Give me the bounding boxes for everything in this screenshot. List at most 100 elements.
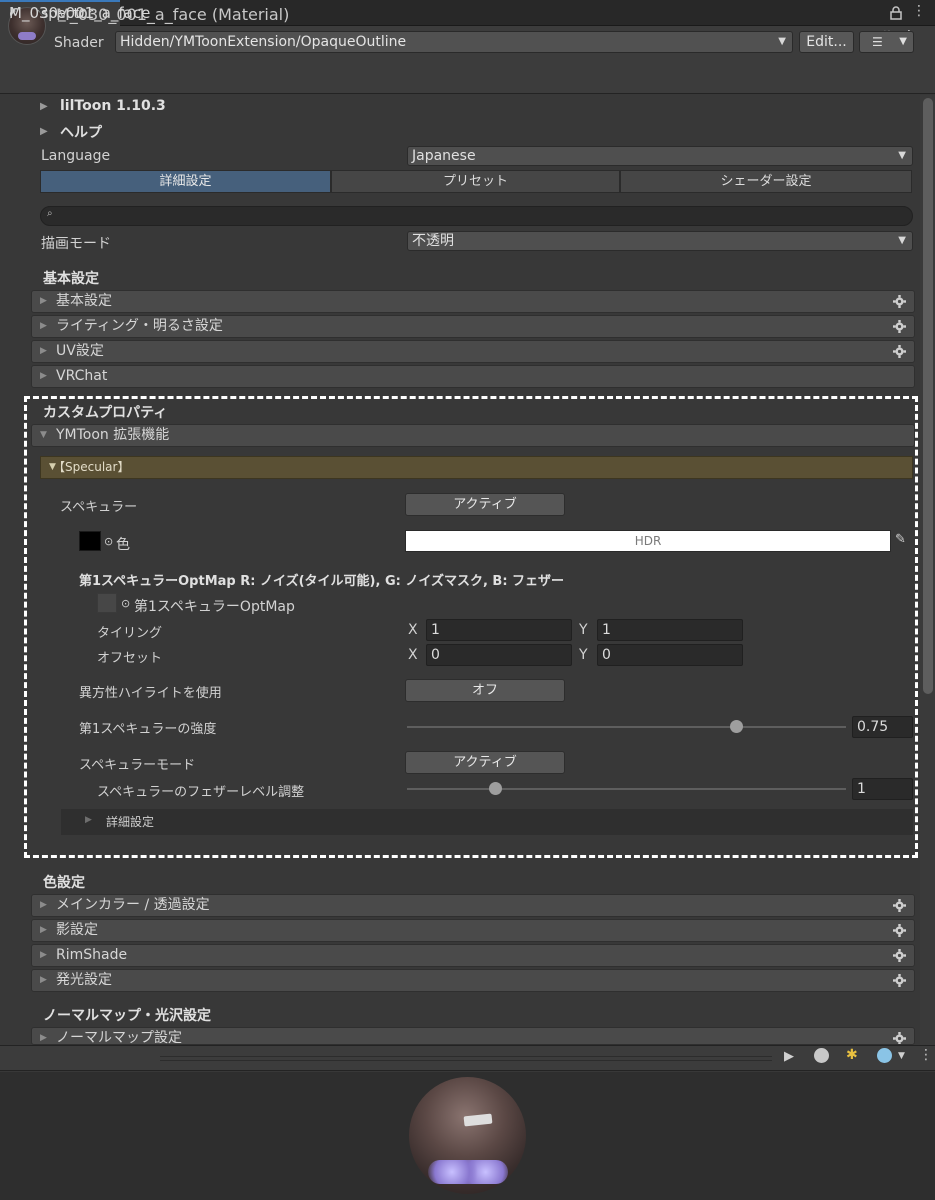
shader-dropdown[interactable]: Hidden/YMToonExtension/OpaqueOutline ▼ (115, 31, 793, 53)
foldout-label: 発光設定 (56, 972, 112, 988)
feather-field[interactable]: 1 (852, 778, 913, 800)
liltoon-version-foldout[interactable]: lilToon 1.10.3 (60, 98, 166, 114)
color-section-title: 色設定 (43, 875, 85, 891)
chevron-down-icon: ▼ (898, 235, 906, 246)
specular-header-label: 【Specular】 (53, 460, 130, 474)
foldout-label: 基本設定 (56, 293, 112, 309)
triangle-right-icon: ▶ (40, 296, 47, 306)
foldout-rimshade[interactable]: ▶ RimShade (31, 944, 915, 967)
feather-slider-track[interactable] (407, 788, 846, 790)
normal-section-title: ノーマルマップ・光沢設定 (43, 1008, 211, 1024)
strength-slider-track[interactable] (407, 726, 846, 728)
foldout-vrchat[interactable]: ▶ VRChat (31, 365, 915, 388)
foldout-label: ノーマルマップ設定 (56, 1030, 182, 1045)
play-icon[interactable]: ▶ (784, 1049, 794, 1064)
render-mode-dropdown[interactable]: 不透明 ▼ (407, 231, 913, 251)
triangle-right-icon: ▶ (40, 950, 47, 960)
offset-x-field[interactable]: 0 (426, 644, 572, 666)
chevron-down-icon: ▼ (899, 36, 907, 47)
strength-label: 第1スペキュラーの強度 (79, 722, 217, 737)
triangle-right-icon: ▶ (40, 1033, 47, 1043)
advanced-label: 詳細設定 (106, 815, 155, 829)
offset-x-label: X (408, 647, 418, 663)
specular-mode-button[interactable]: アクティブ (405, 751, 565, 774)
skybox-icon[interactable] (877, 1048, 892, 1063)
triangle-right-icon: ▶ (40, 126, 48, 137)
target-icon[interactable]: ⊙ (104, 535, 113, 548)
gear-icon[interactable] (893, 974, 906, 987)
tiling-y-field[interactable]: 1 (597, 619, 743, 641)
foldout-label: VRChat (56, 368, 108, 384)
foldout-label: メインカラー / 透過設定 (56, 897, 210, 913)
strength-field[interactable]: 0.75 (852, 716, 913, 738)
language-value: Japanese (412, 148, 476, 164)
specular-header[interactable]: ▼ 【Specular】 (40, 456, 913, 479)
foldout-uv-settings[interactable]: ▶ UV設定 (31, 340, 915, 363)
foldout-emission-settings[interactable]: ▶ 発光設定 (31, 969, 915, 992)
specular-label: スペキュラー (60, 500, 138, 515)
specular-toggle-button[interactable]: アクティブ (405, 493, 565, 516)
shader-value: Hidden/YMToonExtension/OpaqueOutline (120, 34, 407, 50)
anisotropy-toggle-button[interactable]: オフ (405, 679, 565, 702)
foldout-normal-map[interactable]: ▶ ノーマルマップ設定 (31, 1027, 915, 1045)
search-input[interactable]: ⌕ (40, 206, 913, 226)
gear-icon[interactable] (893, 899, 906, 912)
optmap-label: 第1スペキュラーOptMap (134, 599, 295, 615)
lock-icon[interactable] (889, 6, 903, 20)
tab-presets[interactable]: プリセット (331, 170, 620, 193)
basic-section-title: 基本設定 (43, 271, 99, 287)
offset-y-field[interactable]: 0 (597, 644, 743, 666)
search-icon: ⌕ (47, 208, 53, 219)
foldout-label: 影設定 (56, 922, 98, 938)
edit-shader-button[interactable]: Edit... (799, 31, 854, 53)
offset-label: オフセット (97, 651, 163, 666)
eyedropper-icon[interactable]: ✎ (895, 532, 906, 547)
tiling-x-field[interactable]: 1 (426, 619, 572, 641)
shader-menu-button[interactable]: ☰ ▼ (859, 31, 914, 53)
foldout-label: UV設定 (56, 343, 104, 359)
foldout-main-color[interactable]: ▶ メインカラー / 透過設定 (31, 894, 915, 917)
foldout-basic-settings[interactable]: ▶ 基本設定 (31, 290, 915, 313)
lights-icon[interactable]: ✱ (846, 1047, 858, 1063)
feather-slider-knob[interactable] (488, 782, 502, 795)
help-foldout[interactable]: ヘルプ (60, 122, 102, 142)
gear-icon[interactable] (893, 345, 906, 358)
triangle-right-icon: ▶ (40, 900, 47, 910)
tiling-label: タイリング (97, 626, 163, 641)
triangle-right-icon: ▶ (40, 975, 47, 985)
foldout-label: RimShade (56, 947, 128, 963)
tab-shader-settings[interactable]: シェーダー設定 (620, 170, 912, 193)
language-dropdown[interactable]: Japanese ▼ (407, 146, 913, 166)
chevron-down-icon[interactable]: ▼ (898, 1051, 905, 1061)
preview-eyes-decal (428, 1160, 508, 1184)
custom-section-title: カスタムプロパティ (43, 405, 168, 421)
preview-menu-icon[interactable]: ⋮ (919, 1047, 933, 1063)
optmap-texture-slot[interactable] (97, 593, 117, 613)
triangle-right-icon: ▶ (40, 925, 47, 935)
gear-icon[interactable] (893, 949, 906, 962)
sphere-mesh-icon[interactable] (814, 1048, 829, 1063)
tab-menu-icon[interactable]: ⋮ (912, 3, 926, 19)
foldout-lighting-settings[interactable]: ▶ ライティング・明るさ設定 (31, 315, 915, 338)
feather-label: スペキュラーのフェザーレベル調整 (97, 785, 305, 800)
scrollbar-thumb[interactable] (923, 98, 933, 694)
foldout-shadow-settings[interactable]: ▶ 影設定 (31, 919, 915, 942)
advanced-foldout[interactable]: ▶ 詳細設定 (61, 809, 913, 835)
target-icon[interactable]: ⊙ (121, 597, 130, 610)
gear-icon[interactable] (893, 295, 906, 308)
gear-icon[interactable] (893, 924, 906, 937)
foldout-ymtoon-extension[interactable]: ▼ YMToon 拡張機能 (31, 424, 915, 447)
gear-icon[interactable] (893, 1032, 906, 1045)
language-label: Language (41, 148, 111, 164)
triangle-down-icon: ▼ (40, 430, 47, 440)
preview-drag-handle[interactable] (160, 1056, 772, 1061)
tab-advanced-settings[interactable]: 詳細設定 (40, 170, 331, 193)
hdr-color-field[interactable]: HDR (405, 530, 891, 552)
tiling-y-label: Y (579, 622, 588, 638)
gear-icon[interactable] (893, 320, 906, 333)
triangle-right-icon: ▶ (85, 815, 92, 825)
color-texture-slot[interactable] (79, 531, 101, 551)
optmap-title: 第1スペキュラーOptMap R: ノイズ(タイル可能), G: ノイズマスク,… (79, 574, 565, 589)
shader-label: Shader (54, 35, 104, 51)
specular-mode-label: スペキュラーモード (79, 758, 196, 773)
